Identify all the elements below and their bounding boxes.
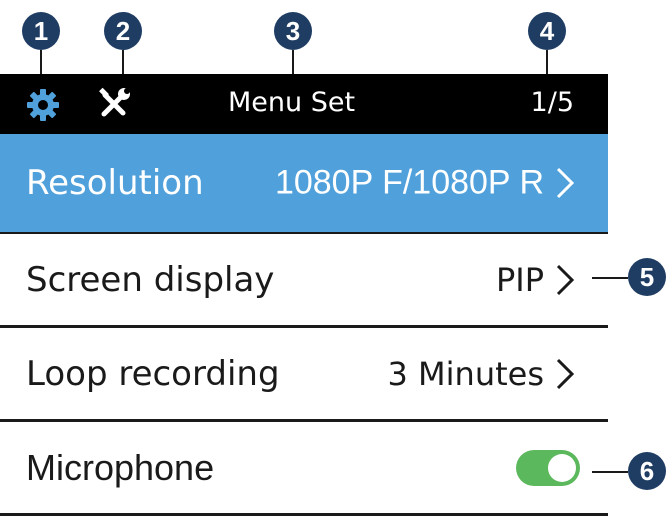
chevron-right-icon <box>556 358 575 389</box>
menu-item-value: 3 Minutes <box>387 354 545 393</box>
settings-menu: Resolution 1080P F/1080P R Screen displa… <box>0 134 608 516</box>
menu-item-loop-recording[interactable]: Loop recording 3 Minutes <box>0 328 608 422</box>
menu-item-resolution[interactable]: Resolution 1080P F/1080P R <box>0 134 608 234</box>
callout-2: 2 <box>104 12 142 50</box>
callout-1: 1 <box>22 12 60 50</box>
menu-item-screen-display[interactable]: Screen display PIP <box>0 234 608 328</box>
callout-6: 6 <box>628 452 666 490</box>
menu-status-bar: Menu Set 1/5 <box>0 74 608 134</box>
chevron-right-icon <box>556 167 575 199</box>
toggle-knob <box>548 453 576 482</box>
menu-item-value: 1080P F/1080P R <box>274 163 544 202</box>
callout-3: 3 <box>274 12 312 50</box>
callout-5: 5 <box>628 258 666 296</box>
menu-title: Menu Set <box>228 87 356 118</box>
menu-item-label: Loop recording <box>26 353 280 394</box>
menu-item-label: Screen display <box>26 259 275 300</box>
microphone-toggle[interactable] <box>516 449 580 486</box>
tools-icon[interactable] <box>96 86 132 122</box>
menu-item-microphone[interactable]: Microphone <box>0 422 608 516</box>
menu-item-label: Microphone <box>26 446 215 488</box>
gear-icon[interactable] <box>26 88 60 122</box>
menu-item-label: Resolution <box>26 163 204 203</box>
chevron-right-icon <box>556 264 575 295</box>
page-indicator: 1/5 <box>530 87 574 118</box>
menu-item-value: PIP <box>495 260 544 299</box>
callout-4: 4 <box>528 12 566 50</box>
